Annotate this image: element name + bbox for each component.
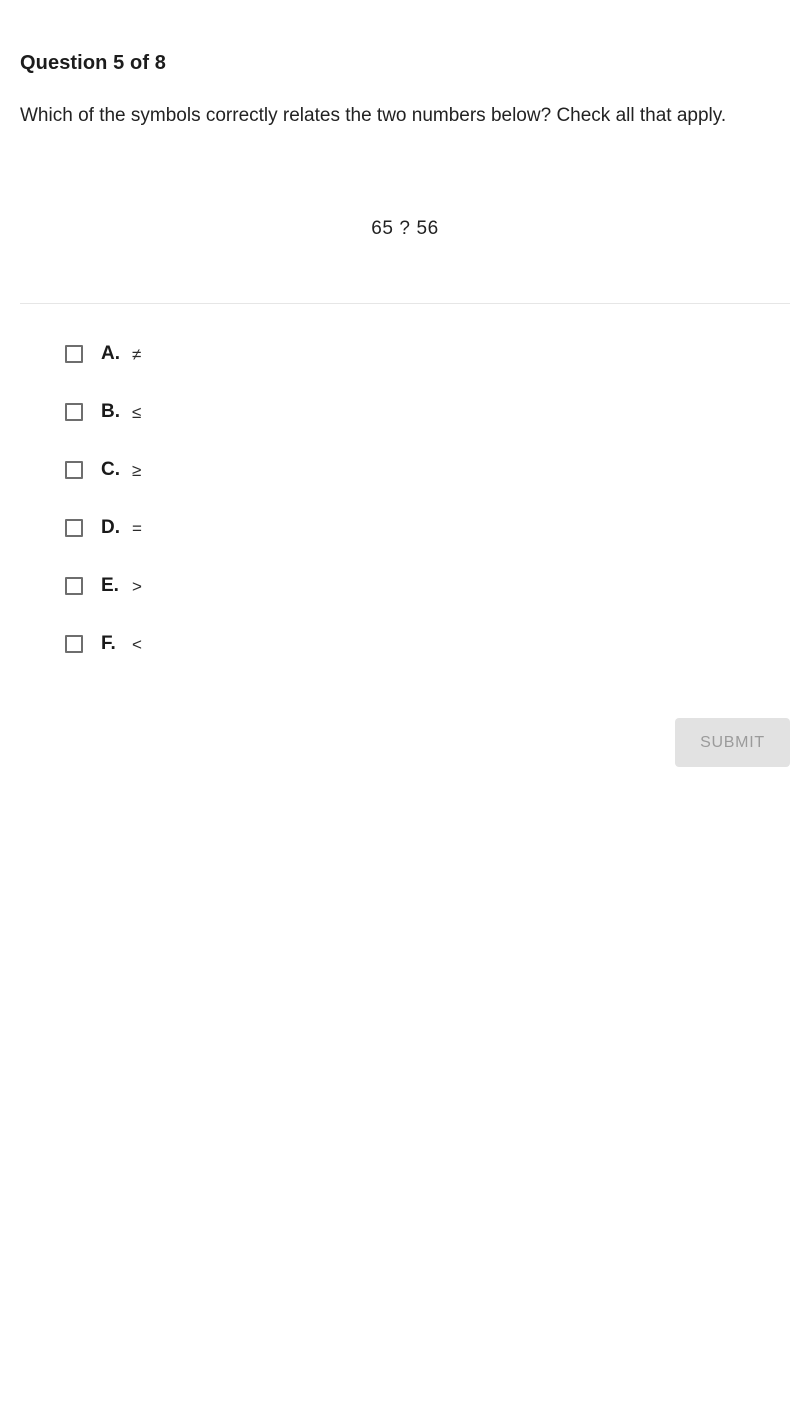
checkbox-icon-b[interactable] [65, 403, 83, 421]
option-row-f[interactable]: F. < [0, 615, 800, 673]
checkbox-icon-f[interactable] [65, 635, 83, 653]
option-symbol-e: > [132, 576, 142, 596]
checkbox-icon-d[interactable] [65, 519, 83, 537]
option-row-e[interactable]: E. > [0, 557, 800, 615]
page-title: Question 5 of 8 [20, 52, 166, 74]
checkbox-icon-a[interactable] [65, 345, 83, 363]
option-letter-e: E. [101, 575, 119, 596]
expression-container: 65 ? 56 [20, 218, 790, 240]
option-row-a[interactable]: A. ≠ [0, 325, 800, 383]
option-symbol-d: = [132, 518, 142, 538]
question-prompt: Which of the symbols correctly relates t… [20, 105, 727, 126]
option-row-c[interactable]: C. ≥ [0, 441, 800, 499]
checkbox-icon-c[interactable] [65, 461, 83, 479]
option-symbol-c: ≥ [132, 460, 142, 480]
option-symbol-b: ≤ [132, 402, 142, 422]
answer-options-list: A. ≠ B. ≤ C. ≥ D. = E. > F. < [0, 325, 800, 673]
option-letter-f: F. [101, 633, 116, 654]
math-expression: 65 ? 56 [371, 218, 439, 239]
option-symbol-f: < [132, 634, 142, 654]
option-letter-a: A. [101, 343, 120, 364]
submit-button[interactable]: SUBMIT [675, 718, 790, 767]
checkbox-icon-e[interactable] [65, 577, 83, 595]
option-symbol-a: ≠ [132, 344, 142, 364]
option-row-d[interactable]: D. = [0, 499, 800, 557]
option-letter-b: B. [101, 401, 120, 422]
option-letter-c: C. [101, 459, 120, 480]
question-page: Question 5 of 8 Which of the symbols cor… [0, 0, 800, 1402]
section-divider [20, 303, 790, 304]
option-row-b[interactable]: B. ≤ [0, 383, 800, 441]
option-letter-d: D. [101, 517, 120, 538]
